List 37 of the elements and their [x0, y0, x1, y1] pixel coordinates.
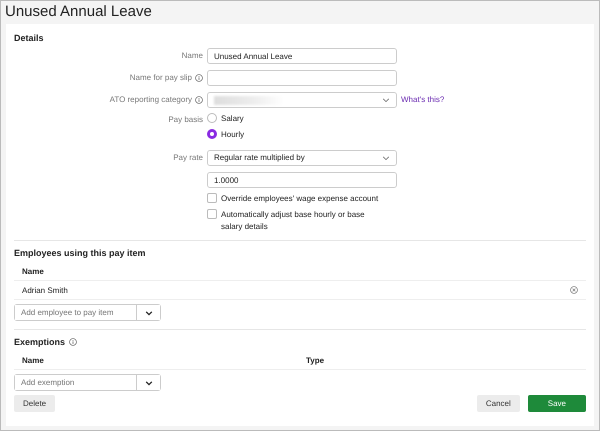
text-field[interactable]: Unused Annual Leave — [207, 48, 397, 64]
field-label: Pay basis — [168, 114, 203, 126]
section-heading: Exemptions — [14, 336, 66, 349]
chevron-down-icon — [144, 308, 152, 316]
pay-rate-dropdown[interactable]: Regular rate multiplied by — [207, 150, 397, 166]
add-combobox[interactable]: Add employee to pay item — [14, 304, 161, 321]
checkbox-option[interactable]: Automatically adjust base hourly or base salary details — [207, 209, 382, 233]
chevron-down-icon — [382, 154, 390, 162]
info-icon — [195, 74, 203, 82]
cancel-button[interactable]: Cancel — [476, 395, 520, 412]
page-title: Unused Annual Leave — [4, 2, 153, 22]
dropdown-value: Regular rate multiplied by — [214, 152, 305, 164]
section-heading: Details — [14, 32, 44, 44]
multiplier-field[interactable]: 1.0000 — [207, 172, 397, 188]
info-icon — [195, 96, 203, 104]
table-cell-text: Adrian Smith — [22, 284, 68, 296]
category-dropdown[interactable] — [207, 92, 397, 108]
whats-this-link[interactable]: What's this? — [401, 94, 444, 106]
delete-button[interactable]: Delete — [14, 395, 56, 412]
radio-option[interactable]: Hourly — [207, 129, 244, 141]
field-label: Name for pay slip — [130, 72, 192, 84]
column-header: Name — [22, 355, 45, 367]
chevron-down-icon — [382, 96, 390, 104]
checkbox-option[interactable]: Override employees' wage expense account — [207, 193, 382, 205]
radio-option[interactable]: Salary — [207, 113, 244, 125]
chevron-down-icon — [144, 378, 152, 386]
save-button[interactable]: Save — [528, 395, 586, 412]
info-icon — [69, 338, 78, 346]
column-header: Name — [22, 266, 44, 278]
add-combobox[interactable]: Add exemption — [14, 374, 161, 391]
field-label: Name — [182, 50, 203, 62]
field-label: Pay rate — [173, 152, 203, 164]
column-header: Type — [306, 355, 324, 367]
text-field[interactable] — [207, 70, 397, 86]
remove-icon[interactable] — [570, 286, 578, 294]
field-label: ATO reporting category — [110, 94, 192, 106]
section-heading: Employees using this pay item — [14, 246, 146, 260]
